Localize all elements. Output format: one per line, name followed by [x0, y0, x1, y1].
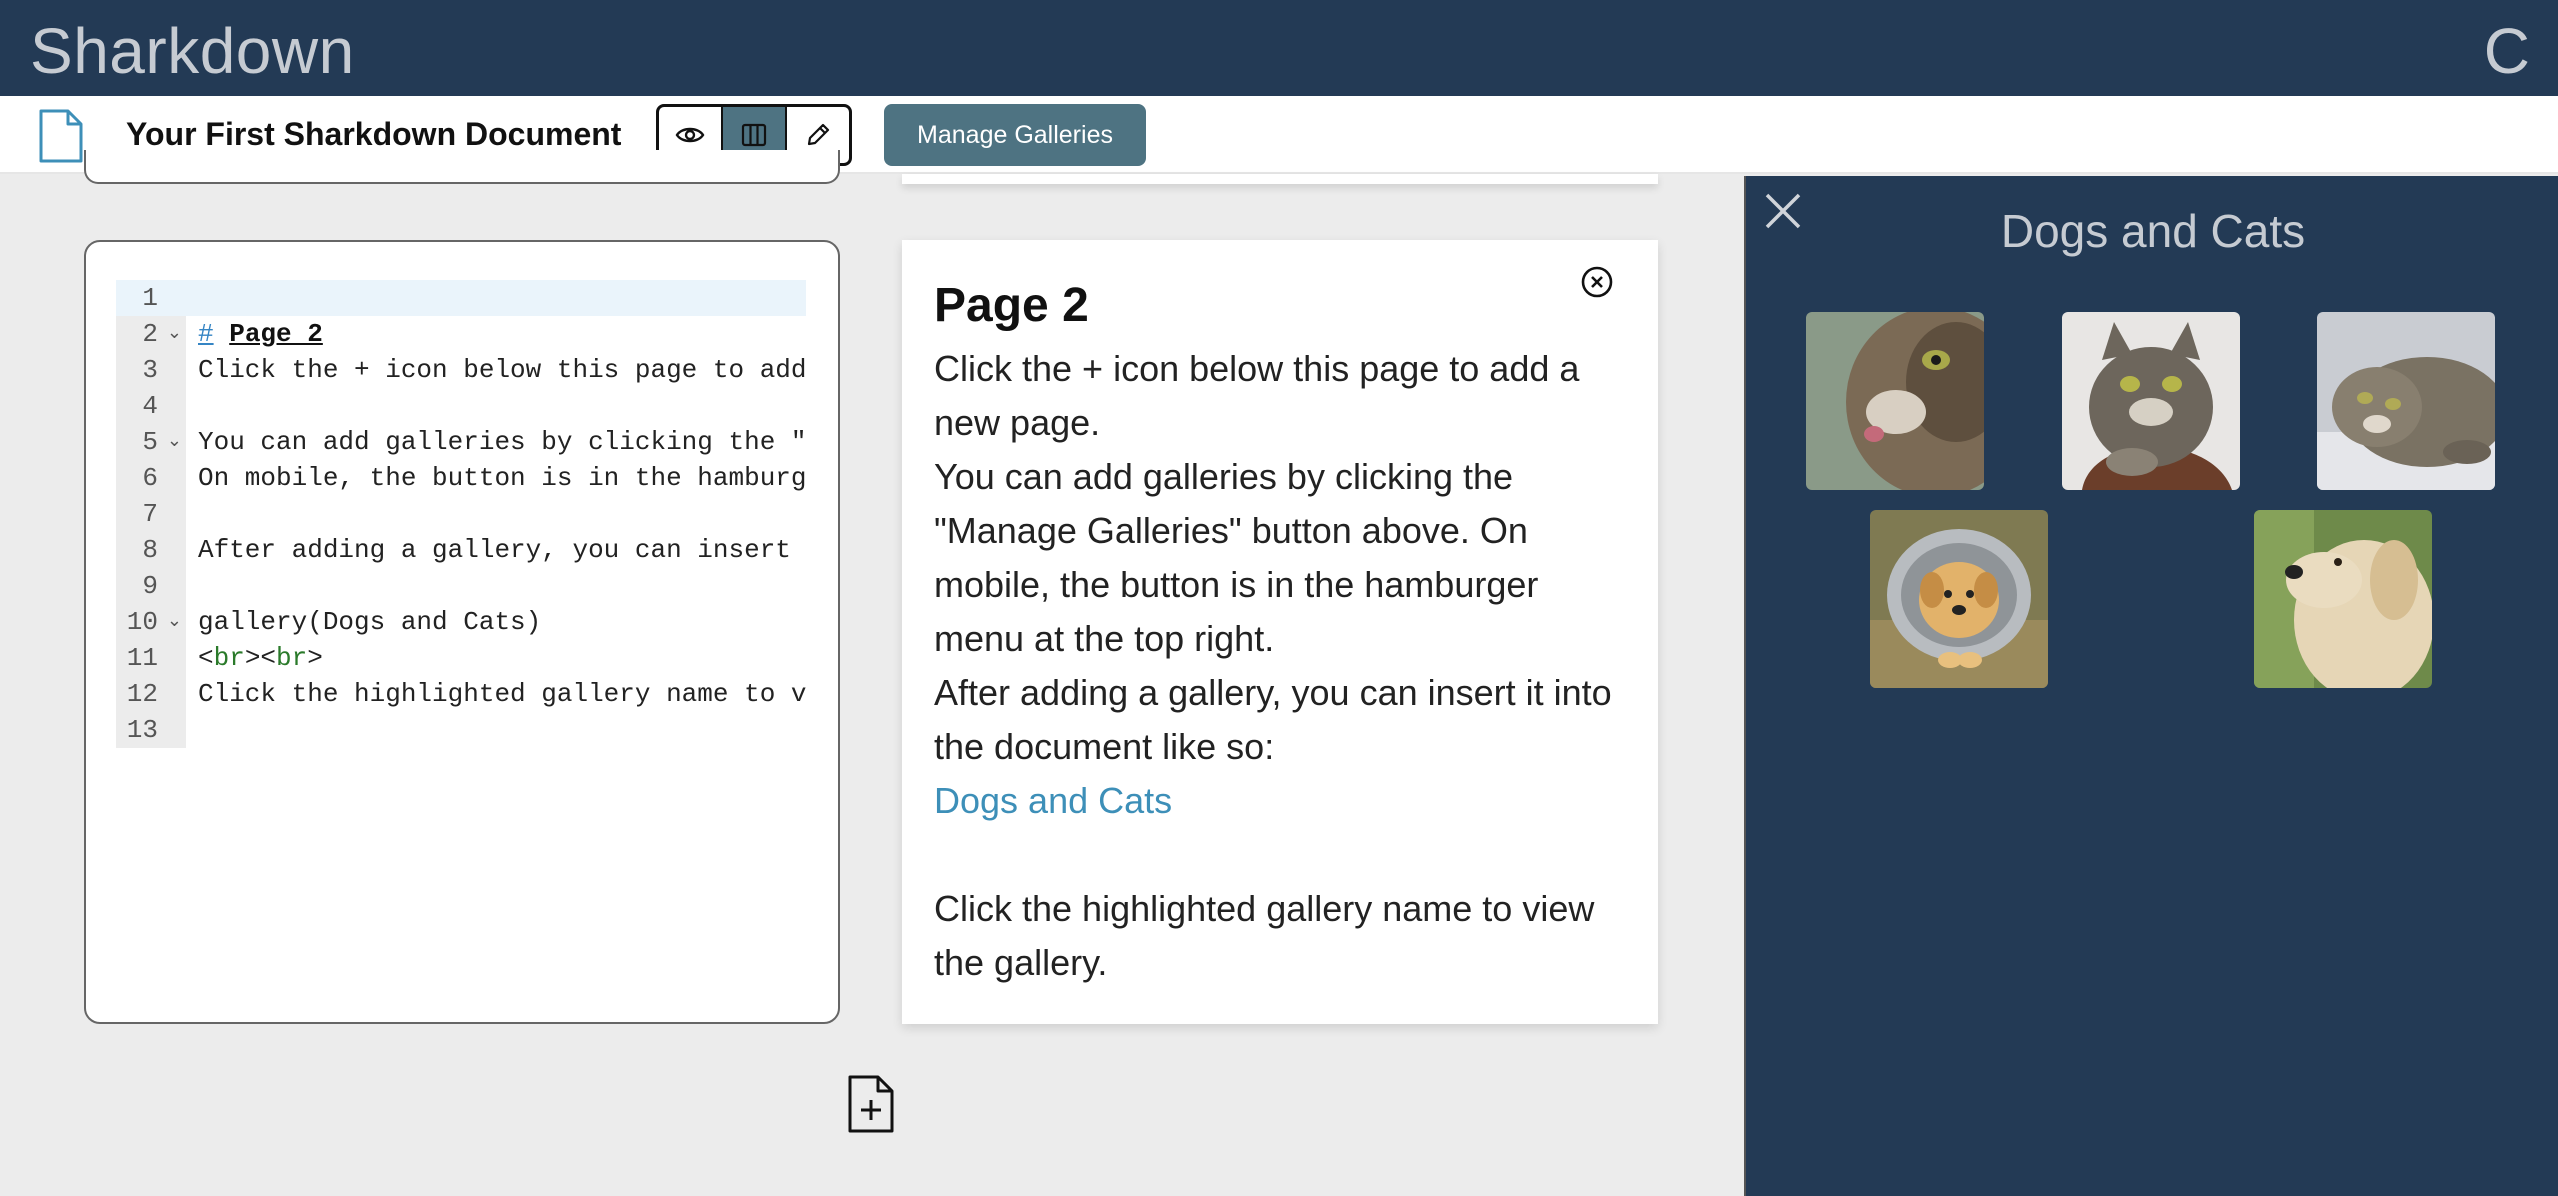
line-number: 8	[116, 532, 186, 568]
preview-paragraph: After adding a gallery, you can insert i…	[934, 672, 1612, 767]
gallery-image-puppy-bucket[interactable]	[1870, 510, 2048, 688]
code-line[interactable]: 3 Click the + icon below this page to add	[116, 352, 806, 388]
preview-paragraph: Click the + icon below this page to add …	[934, 348, 1580, 443]
code-line[interactable]: 6 On mobile, the button is in the hamburg…	[116, 460, 806, 496]
gallery-drawer: Dogs and Cats	[1744, 176, 2558, 1196]
line-text[interactable]	[186, 280, 806, 316]
gallery-image-golden-retriever[interactable]	[2254, 510, 2432, 688]
document-title[interactable]: Your First Sharkdown Document	[126, 116, 621, 153]
delete-page-icon[interactable]	[1579, 264, 1615, 300]
preview-paragraph: You can add galleries by clicking the "M…	[934, 456, 1539, 659]
line-number: 2 ⌄	[116, 316, 186, 352]
page-heading: Page 2	[934, 279, 1089, 332]
code-line[interactable]: 9	[116, 568, 806, 604]
previous-editor-page	[84, 150, 840, 184]
code-line[interactable]: 2 ⌄ # Page 2	[116, 316, 806, 352]
fold-chevron-icon[interactable]: ⌄	[167, 424, 182, 460]
gallery-link[interactable]: Dogs and Cats	[934, 774, 1634, 828]
line-text[interactable]: gallery(Dogs and Cats)	[186, 604, 806, 640]
line-text[interactable]: <br><br>	[186, 640, 806, 676]
top-navbar: Sharkdown C	[0, 0, 2558, 96]
line-text[interactable]	[186, 388, 806, 424]
gallery-image-cat-lying[interactable]	[2317, 312, 2495, 490]
line-text[interactable]	[186, 568, 806, 604]
preview-body: Click the + icon below this page to add …	[934, 342, 1634, 990]
line-number: 7	[116, 496, 186, 532]
line-text[interactable]: On mobile, the button is in the hamburge	[186, 460, 806, 496]
document-icon	[39, 109, 83, 163]
line-text[interactable]	[186, 712, 806, 748]
line-number: 3	[116, 352, 186, 388]
line-text[interactable]	[186, 496, 806, 532]
line-text[interactable]: Click the + icon below this page to add	[186, 352, 806, 388]
line-number: 4	[116, 388, 186, 424]
line-text[interactable]: You can add galleries by clicking the "M	[186, 424, 806, 460]
app-brand[interactable]: Sharkdown	[30, 14, 355, 88]
gallery-image-tabby-cat[interactable]	[2062, 312, 2240, 490]
line-text[interactable]: Click the highlighted gallery name to vi	[186, 676, 806, 712]
code-line[interactable]: 8 After adding a gallery, you can insert …	[116, 532, 806, 568]
markdown-editor[interactable]: 1 2 ⌄ # Page 2 3 Click the + icon below thi…	[84, 240, 840, 1024]
line-number: 9	[116, 568, 186, 604]
line-number: 11	[116, 640, 186, 676]
line-number: 12	[116, 676, 186, 712]
line-text[interactable]: After adding a gallery, you can insert i	[186, 532, 806, 568]
eye-icon	[675, 127, 705, 143]
code-line[interactable]: 13	[116, 712, 806, 748]
columns-icon	[741, 123, 767, 147]
code-line[interactable]: 12 Click the highlighted gallery name to …	[116, 676, 806, 712]
code-line[interactable]: 1	[116, 280, 806, 316]
code-line[interactable]: 7	[116, 496, 806, 532]
code-line[interactable]: 10 ⌄ gallery(Dogs and Cats)	[116, 604, 806, 640]
code-line[interactable]: 4	[116, 388, 806, 424]
manage-galleries-button[interactable]: Manage Galleries	[884, 104, 1146, 166]
code-line[interactable]: 5 ⌄ You can add galleries by clicking the …	[116, 424, 806, 460]
line-number: 13	[116, 712, 186, 748]
preview-paragraph: Click the highlighted gallery name to vi…	[934, 888, 1595, 983]
line-number: 10 ⌄	[116, 604, 186, 640]
gallery-image-cat-closeup[interactable]	[1806, 312, 1984, 490]
rendered-preview: Page 2 Click the + icon below this page …	[902, 240, 1658, 1024]
code-line[interactable]: 11 <br><br>	[116, 640, 806, 676]
line-number: 1	[116, 280, 186, 316]
line-number: 5 ⌄	[116, 424, 186, 460]
fold-chevron-icon[interactable]: ⌄	[167, 316, 182, 352]
code-area[interactable]: 1 2 ⌄ # Page 2 3 Click the + icon below thi…	[116, 280, 806, 748]
line-number: 6	[116, 460, 186, 496]
previous-preview-page	[902, 174, 1658, 184]
gallery-title: Dogs and Cats	[2000, 205, 2306, 257]
menu-button[interactable]: C	[2484, 14, 2530, 88]
line-text[interactable]: # Page 2	[186, 316, 806, 352]
fold-chevron-icon[interactable]: ⌄	[167, 604, 182, 640]
pencil-icon	[807, 123, 830, 146]
add-page-icon[interactable]	[846, 1074, 896, 1134]
